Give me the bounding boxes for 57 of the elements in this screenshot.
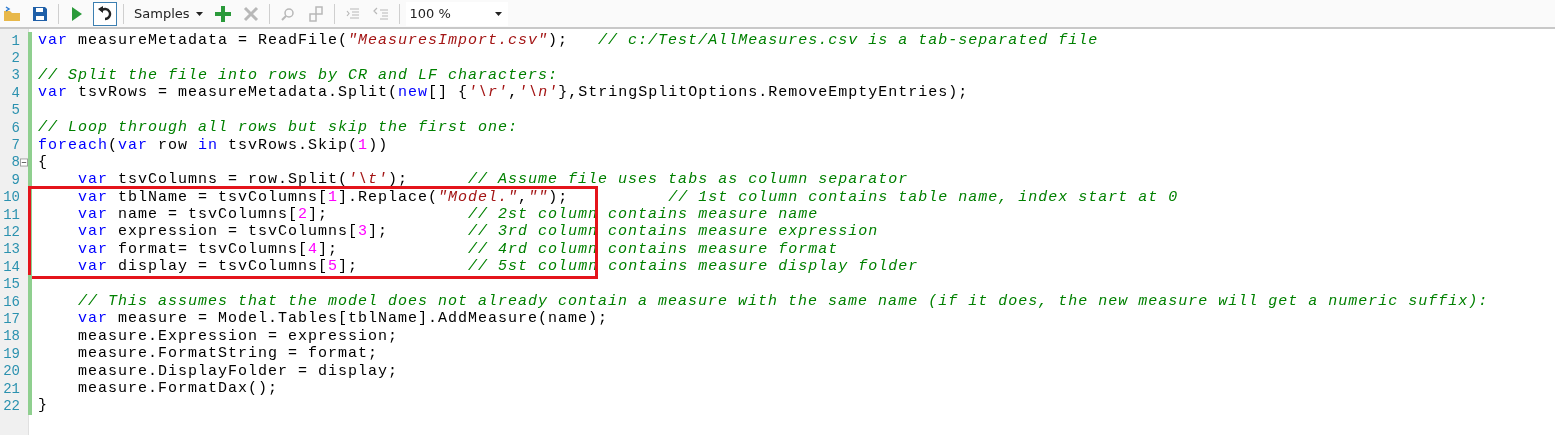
line-number: 20 — [2, 363, 20, 380]
samples-menu[interactable]: Samples — [130, 2, 207, 25]
line-number: 10 — [2, 189, 20, 206]
plus-icon — [213, 4, 232, 23]
play-icon — [71, 5, 83, 22]
outdent-icon — [372, 5, 389, 22]
line-number: 21 — [2, 380, 20, 397]
code-line: // Loop through all rows but skip the first one: — [37, 119, 519, 137]
save-icon — [32, 5, 48, 22]
code-line: measure.FormatString = format; — [77, 345, 379, 363]
code-line: { — [37, 153, 48, 171]
code-line: var measureMetadata = ReadFile("MeasuresImport.csv"); // c:/Test/AllMeasures.csv is a tab-separated file — [37, 32, 1099, 50]
code-line: var tsvRows = measureMetadata.Split(new[] {'\r','\n'},StringSplitOptions.RemoveEmptyEntries); — [37, 84, 969, 102]
code-line: var name = tsvColumns[2]; // 2st column contains measure name — [77, 206, 819, 224]
caret-icon — [494, 11, 502, 16]
line-number: 22 — [2, 397, 20, 414]
line-number: 16 — [2, 293, 20, 310]
line-number: 9 — [10, 171, 20, 188]
close-icon — [242, 5, 259, 22]
code-line: measure.Expression = expression; — [77, 327, 399, 345]
code-line: var tsvColumns = row.Split('\t'); // Assume file uses tabs as column separator — [77, 171, 909, 189]
indent-icon — [345, 6, 360, 21]
code-line: var format= tsvColumns[4]; // 4rd column contains measure format — [77, 240, 839, 258]
code-line: measure.DisplayFolder = display; — [77, 362, 399, 380]
toolbar-button[interactable] — [93, 1, 117, 26]
undo-icon — [98, 4, 112, 23]
collapse-icon[interactable] — [20, 157, 28, 167]
line-number: 18 — [2, 328, 20, 345]
line-number: 11 — [2, 206, 20, 223]
line-number: 19 — [2, 345, 20, 362]
line-number: 7 — [10, 137, 20, 154]
line-number: 1 — [10, 32, 20, 49]
line-number: 4 — [10, 84, 20, 101]
folder-icon — [3, 5, 21, 22]
line-number: 5 — [10, 102, 20, 119]
swap-icon — [308, 5, 323, 22]
line-number: 14 — [2, 258, 20, 275]
line-number: 3 — [10, 67, 20, 84]
line-number: 13 — [2, 241, 20, 258]
zoom-dropdown[interactable]: 100 % — [405, 1, 508, 26]
line-number: 8 — [10, 154, 20, 171]
code-line: var tblName = tsvColumns[1].Replace("Model.",""); // 1st column contains table name, index start at 0 — [77, 188, 1179, 206]
line-number: 12 — [2, 224, 20, 240]
code-line: foreach(var row in tsvRows.Skip(1)) — [37, 136, 389, 154]
code-line: var display = tsvColumns[5]; // 5st column contains measure display folder — [77, 258, 919, 276]
code-line: var measure = Model.Tables[tblName].AddMeasure(name); — [77, 310, 609, 328]
code-line: measure.FormatDax(); — [77, 380, 279, 397]
line-number: 17 — [2, 310, 20, 327]
line-number: 6 — [10, 119, 20, 136]
code-line: // This assumes that the model does not already contain a measure with the same name (if it does, the new measure will get a numeric suffix): — [77, 293, 1489, 311]
code-line: // Split the file into rows by CR and LF characters: — [37, 66, 559, 84]
line-number: 2 — [10, 50, 20, 67]
search-icon — [280, 6, 295, 21]
caret-icon — [195, 11, 203, 16]
code-line: var expression = tsvColumns[3]; // 3rd column contains measure expression — [77, 223, 879, 241]
code-line: } — [37, 397, 48, 415]
line-number: 15 — [2, 276, 20, 293]
